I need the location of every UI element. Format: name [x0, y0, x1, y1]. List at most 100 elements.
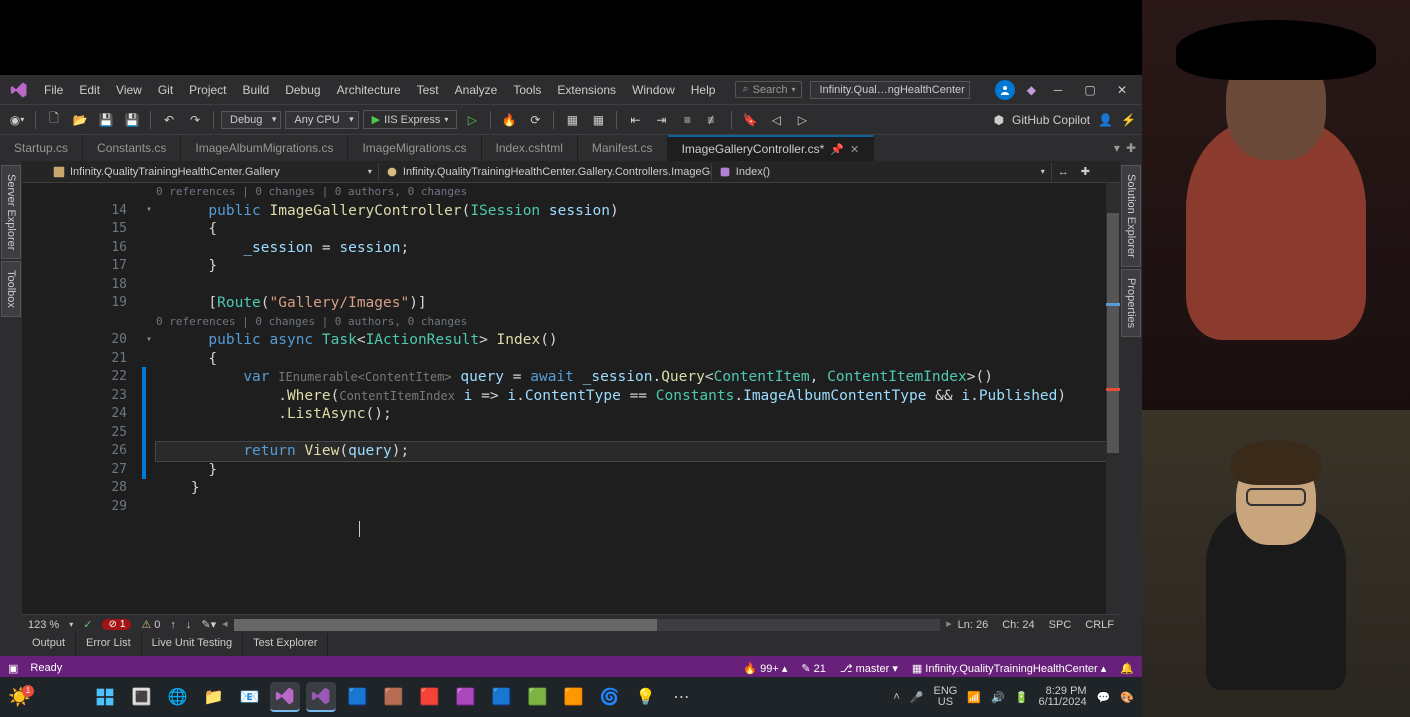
menu-analyze[interactable]: Analyze — [447, 79, 506, 101]
chrome-icon[interactable]: 🌐 — [162, 682, 192, 712]
health-icon[interactable]: ✓ — [83, 618, 92, 631]
bookmark-icon[interactable]: 🔖 — [739, 109, 761, 131]
redo-icon[interactable]: ↷ — [184, 109, 206, 131]
browser-link-icon[interactable]: ⟳ — [524, 109, 546, 131]
menu-help[interactable]: Help — [683, 79, 724, 101]
code-line-27[interactable]: } — [156, 461, 1106, 480]
nav-down-icon[interactable]: ↓ — [186, 619, 192, 631]
platform-dropdown[interactable]: Any CPU — [285, 111, 358, 129]
menu-project[interactable]: Project — [181, 79, 234, 101]
vertical-scrollbar[interactable] — [1106, 183, 1120, 614]
error-count-badge[interactable]: ⊘ 1 — [102, 619, 131, 630]
menu-debug[interactable]: Debug — [277, 79, 328, 101]
menu-extensions[interactable]: Extensions — [549, 79, 624, 101]
config-dropdown[interactable]: Debug — [221, 111, 281, 129]
menu-architecture[interactable]: Architecture — [329, 79, 409, 101]
warning-count-badge[interactable]: ⚠ 0 — [141, 618, 160, 631]
undo-icon[interactable]: ↶ — [158, 109, 180, 131]
menu-view[interactable]: View — [108, 79, 150, 101]
codelens[interactable]: 0 references | 0 changes | 0 authors, 0 … — [156, 313, 1106, 332]
outdent-icon[interactable]: ⇤ — [624, 109, 646, 131]
app-icon-1[interactable]: 🟦 — [342, 682, 372, 712]
code-line-19[interactable]: [Route("Gallery/Images")] — [156, 294, 1106, 313]
tab-imagegallerycontroller-cs-[interactable]: ImageGalleryController.cs*📌✕ — [668, 135, 875, 161]
copilot-tray-icon[interactable]: 🎨 — [1120, 691, 1134, 704]
nav-back-button[interactable]: ◉▾ — [6, 109, 28, 131]
tab-overflow-icon[interactable]: ▾ — [1114, 141, 1120, 155]
live-share-icon[interactable]: 👤 — [1098, 113, 1113, 127]
nav-class-dropdown[interactable]: Infinity.QualityTrainingHealthCenter.Gal… — [379, 163, 712, 181]
indent-icon[interactable]: ⇥ — [650, 109, 672, 131]
weather-widget[interactable]: ☀️ 1 — [8, 687, 30, 708]
start-without-debug-icon[interactable]: ▷ — [461, 109, 483, 131]
line-indicator[interactable]: Ln: 26 — [958, 619, 989, 631]
copilot-icon[interactable]: ⬢ — [994, 113, 1004, 127]
properties-tab[interactable]: Properties — [1121, 269, 1141, 337]
tab-manifest-cs[interactable]: Manifest.cs — [578, 135, 668, 161]
task-view-icon[interactable]: 🔳 — [126, 682, 156, 712]
tab-close-icon[interactable]: ✕ — [850, 143, 859, 156]
col-indicator[interactable]: Ch: 24 — [1002, 619, 1034, 631]
copilot-label[interactable]: GitHub Copilot — [1012, 113, 1090, 127]
wifi-icon[interactable]: 📶 — [967, 691, 981, 704]
tab-imagealbummigrations-cs[interactable]: ImageAlbumMigrations.cs — [181, 135, 348, 161]
zoom-level[interactable]: 123 % — [28, 619, 59, 631]
feedback-icon[interactable]: ⚡ — [1121, 113, 1136, 127]
code-line-29[interactable] — [156, 498, 1106, 517]
notifications-icon[interactable]: 🔔 — [1120, 662, 1134, 675]
tab-plus-icon[interactable]: ✚ — [1126, 141, 1136, 155]
user-avatar[interactable] — [995, 80, 1015, 100]
bottom-tab-live-unit-testing[interactable]: Live Unit Testing — [142, 634, 244, 656]
word-icon[interactable]: 🟦 — [486, 682, 516, 712]
copilot-diamond-icon[interactable]: ◆ — [1027, 83, 1036, 97]
tab-pin-icon[interactable]: 📌 — [830, 143, 844, 156]
brush-icon[interactable]: ✎▾ — [201, 618, 216, 631]
nav-member-dropdown[interactable]: Index() ▾ — [712, 163, 1052, 181]
close-button[interactable]: ✕ — [1112, 80, 1132, 100]
toolbox-tab[interactable]: Toolbox — [1, 261, 21, 317]
code-line-14[interactable]: public ImageGalleryController(ISession s… — [156, 202, 1106, 221]
menu-git[interactable]: Git — [150, 79, 181, 101]
menu-window[interactable]: Window — [624, 79, 683, 101]
tab-index-cshtml[interactable]: Index.cshtml — [482, 135, 578, 161]
app-icon-5[interactable]: 🟩 — [522, 682, 552, 712]
repo-indicator[interactable]: ▦ Infinity.QualityTrainingHealthCenter ▴ — [912, 662, 1106, 675]
code-line-20[interactable]: public async Task<IActionResult> Index() — [156, 331, 1106, 350]
clock-date[interactable]: 6/11/2024 — [1038, 697, 1086, 708]
vs-taskbar-icon[interactable] — [270, 682, 300, 712]
app-icon-3[interactable]: 🟥 — [414, 682, 444, 712]
nav-up-icon[interactable]: ↑ — [170, 619, 176, 631]
nav-plus-icon[interactable]: ✚ — [1075, 165, 1096, 178]
tab-startup-cs[interactable]: Startup.cs — [0, 135, 83, 161]
uncomment-icon[interactable]: ≢ — [702, 109, 724, 131]
code-line-24[interactable]: .ListAsync(); — [156, 405, 1106, 424]
explorer-icon[interactable]: 📁 — [198, 682, 228, 712]
bottom-tab-test-explorer[interactable]: Test Explorer — [243, 634, 328, 656]
app-icon-6[interactable]: 🟧 — [558, 682, 588, 712]
start-debug-button[interactable]: ▶ IIS Express ▾ — [363, 110, 458, 129]
code-line-28[interactable]: } — [156, 479, 1106, 498]
menu-build[interactable]: Build — [235, 79, 278, 101]
code-line-23[interactable]: .Where(ContentItemIndex i => i.ContentTy… — [156, 387, 1106, 406]
code-line-26[interactable]: return View(query); — [156, 442, 1106, 461]
start-button[interactable] — [90, 682, 120, 712]
solution-explorer-tab[interactable]: Solution Explorer — [1121, 165, 1141, 267]
codelens[interactable]: 0 references | 0 changes | 0 authors, 0 … — [156, 183, 1106, 202]
code-editor[interactable]: 141516171819 20212223242526272829 0 refe… — [22, 183, 1120, 614]
app-icon-7[interactable]: 💡 — [630, 682, 660, 712]
code-line-18[interactable] — [156, 276, 1106, 295]
tab-constants-cs[interactable]: Constants.cs — [83, 135, 181, 161]
search-box[interactable]: ⌕ Search ▾ — [735, 81, 802, 98]
bookmark-prev-icon[interactable]: ◁ — [765, 109, 787, 131]
volume-icon[interactable]: 🔊 — [991, 691, 1005, 704]
branch-indicator[interactable]: ⎇ master ▾ — [840, 662, 898, 675]
save-icon[interactable]: 💾 — [95, 109, 117, 131]
minimize-button[interactable]: ─ — [1048, 80, 1068, 100]
code-line-25[interactable] — [156, 424, 1106, 443]
hot-reload-icon[interactable]: 🔥 — [498, 109, 520, 131]
perf-icon[interactable]: 🔥 99+ ▴ — [743, 662, 787, 675]
code-line-17[interactable]: } — [156, 257, 1106, 276]
app-icon-2[interactable]: 🟫 — [378, 682, 408, 712]
fold-chevron-20[interactable]: ▾ — [146, 331, 152, 350]
menu-file[interactable]: File — [36, 79, 71, 101]
